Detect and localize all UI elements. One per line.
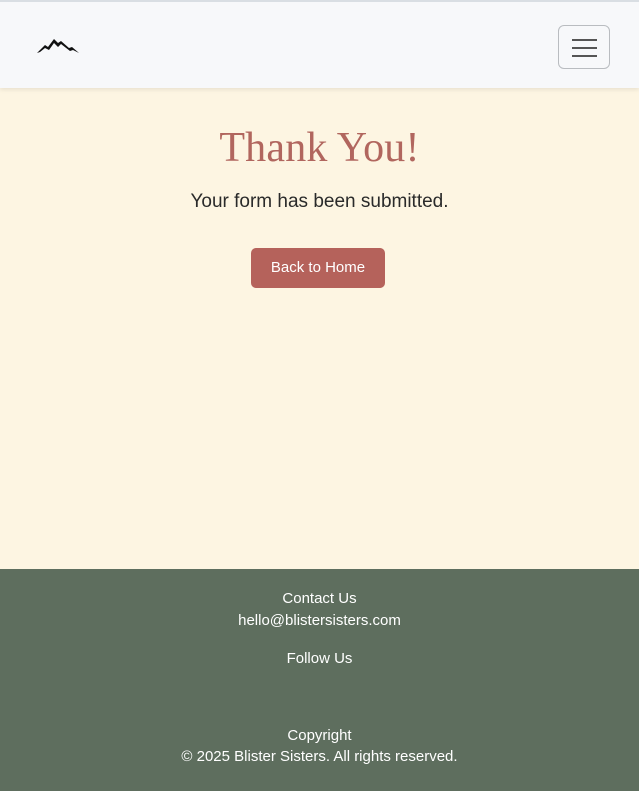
copyright-heading: Copyright	[287, 727, 352, 744]
home-logo-link[interactable]	[37, 36, 79, 54]
confirmation-message: Your form has been submitted.	[190, 191, 449, 212]
contact-email-link[interactable]: hello@blistersisters.com	[0, 612, 639, 629]
mountain-logo-icon	[37, 39, 79, 53]
page-title: Thank You!	[219, 125, 420, 171]
top-navbar	[0, 0, 639, 88]
navbar-toggle-button[interactable]	[558, 25, 610, 69]
contact-heading: Contact Us	[282, 590, 357, 607]
copyright-text: © 2025 Blister Sisters. All rights reser…	[181, 748, 458, 765]
page-footer: Contact Us hello@blistersisters.com Foll…	[0, 569, 639, 791]
back-to-home-button[interactable]: Back to Home	[251, 248, 385, 288]
follow-heading: Follow Us	[286, 650, 353, 667]
main-content: Thank You! Your form has been submitted.…	[0, 88, 639, 569]
